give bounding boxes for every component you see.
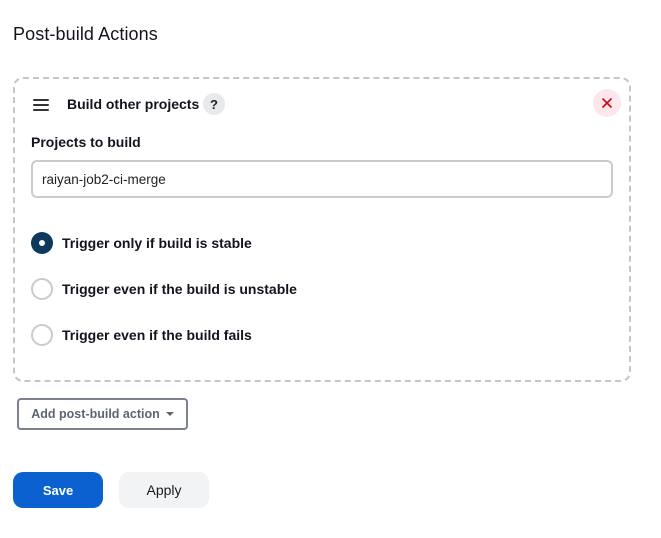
projects-to-build-input[interactable] [31,160,613,198]
radio-trigger-stable[interactable]: Trigger only if build is stable [31,232,252,254]
save-button[interactable]: Save [13,472,103,508]
add-post-build-action-label: Add post-build action [31,407,160,421]
delete-step-button[interactable] [593,89,621,117]
close-icon [602,98,612,108]
radio-button-checked[interactable] [31,232,53,254]
add-post-build-action-button[interactable]: Add post-build action [17,398,188,430]
radio-label: Trigger even if the build is unstable [62,281,297,297]
radio-trigger-unstable[interactable]: Trigger even if the build is unstable [31,278,297,300]
section-title: Post-build Actions [13,24,158,44]
question-icon[interactable]: ? [203,93,225,115]
radio-trigger-fails[interactable]: Trigger even if the build fails [31,324,252,346]
radio-label: Trigger even if the build fails [62,327,252,343]
card-title: Build other projects [67,96,200,112]
radio-button[interactable] [31,324,53,346]
projects-to-build-label: Projects to build [31,134,141,150]
radio-label: Trigger only if build is stable [62,235,252,251]
post-build-actions-page: Post-build Actions Build other projects … [0,0,661,538]
radio-button[interactable] [31,278,53,300]
drag-handle-icon[interactable] [33,99,49,111]
caret-down-icon [165,412,174,416]
build-other-projects-card: Build other projects ? Projects to build… [13,77,631,382]
apply-button[interactable]: Apply [119,472,209,508]
